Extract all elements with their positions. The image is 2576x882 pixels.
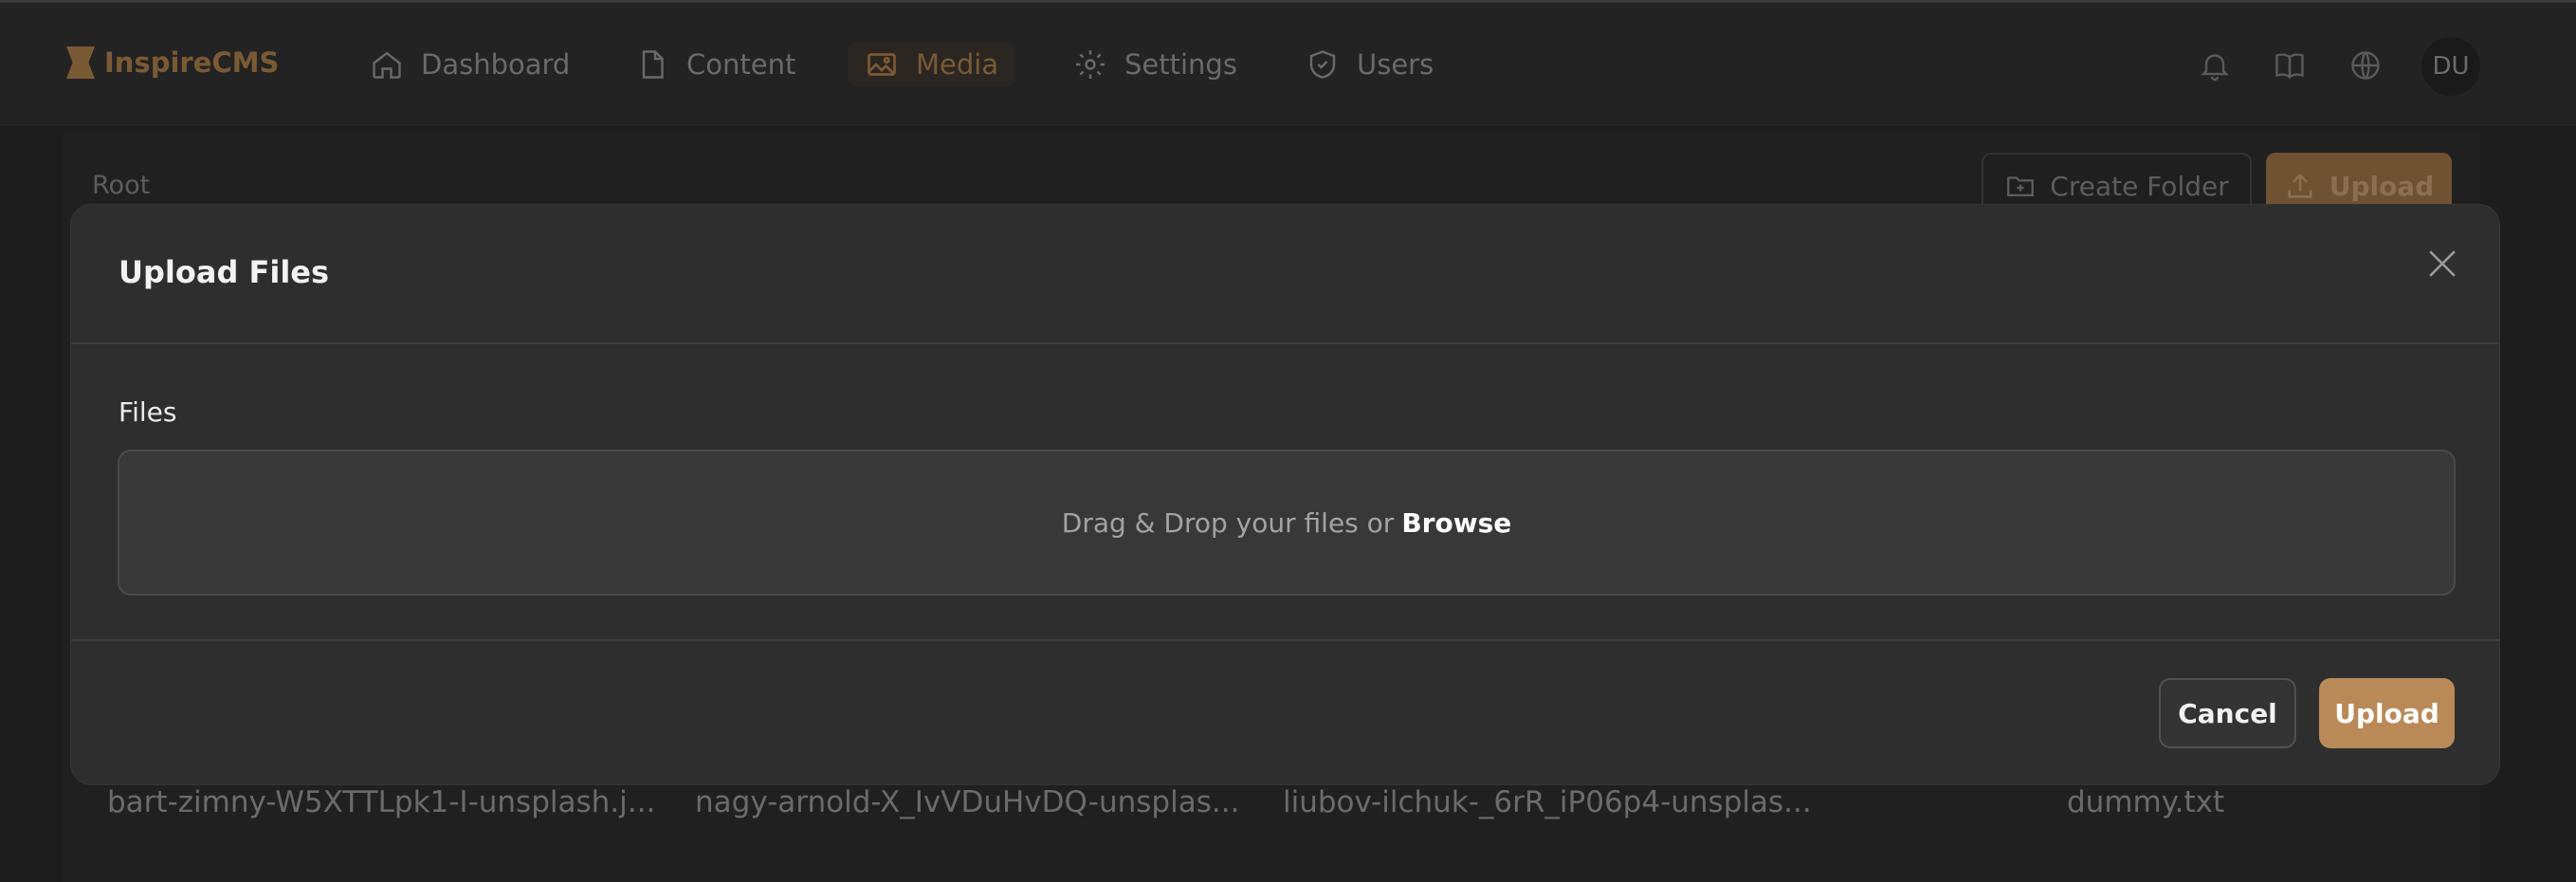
browse-link[interactable]: Browse — [1401, 507, 1511, 539]
cancel-button[interactable]: Cancel — [2159, 678, 2296, 748]
shield-icon — [1309, 50, 1336, 79]
nav-label: Dashboard — [421, 48, 571, 81]
modal-title: Upload Files — [119, 254, 330, 290]
logo-icon — [66, 46, 95, 79]
book-icon[interactable] — [2273, 48, 2307, 83]
upload-icon — [2288, 173, 2312, 198]
create-folder-label: Create Folder — [2050, 170, 2229, 202]
gear-icon — [1076, 50, 1105, 79]
upload-label: Upload — [2329, 170, 2435, 202]
media-file-name[interactable]: dummy.txt — [2067, 785, 2224, 819]
user-avatar[interactable]: DU — [2421, 37, 2480, 96]
nav-item-dashboard[interactable]: Dashboard — [370, 43, 570, 86]
nav-item-content[interactable]: Content — [635, 43, 795, 86]
nav-label: Content — [686, 48, 796, 81]
upload-files-modal: Upload Files Files Drag & Drop your file… — [70, 204, 2500, 785]
nav-item-users[interactable]: Users — [1306, 43, 1434, 86]
media-file-name[interactable]: liubov-ilchuk-_6rR_iP06p4-unsplas... — [1283, 785, 1812, 819]
files-field-label: Files — [119, 396, 177, 428]
folder-plus-icon — [2007, 176, 2035, 197]
home-icon — [373, 51, 401, 79]
app-logo[interactable]: InspireCMS — [66, 46, 279, 79]
top-header: InspireCMS Dashboard Content Media Setti… — [0, 3, 2576, 127]
media-file-name[interactable]: nagy-arnold-X_IvVDuHvDQ-unsplas... — [695, 785, 1239, 819]
bell-icon[interactable] — [2198, 48, 2232, 83]
nav-item-media[interactable]: Media — [848, 43, 1016, 86]
close-icon[interactable] — [2421, 243, 2463, 285]
nav-label: Media — [916, 48, 999, 81]
nav-item-settings[interactable]: Settings — [1073, 43, 1237, 86]
modal-footer-divider — [71, 639, 2499, 641]
dropzone-text: Drag & Drop your files or — [1061, 506, 1395, 539]
image-icon — [868, 53, 896, 76]
upload-submit-button[interactable]: Upload — [2319, 678, 2455, 748]
globe-icon[interactable] — [2348, 48, 2383, 83]
file-dropzone[interactable]: Drag & Drop your files or Browse — [118, 450, 2456, 596]
nav-label: Users — [1357, 48, 1434, 81]
document-icon — [642, 50, 664, 79]
app-name: InspireCMS — [104, 46, 280, 79]
breadcrumb-root[interactable]: Root — [92, 171, 150, 200]
media-file-name[interactable]: bart-zimny-W5XTTLpk1-I-unsplash.j... — [107, 785, 655, 819]
modal-header-divider — [71, 342, 2499, 344]
nav-label: Settings — [1124, 48, 1237, 81]
